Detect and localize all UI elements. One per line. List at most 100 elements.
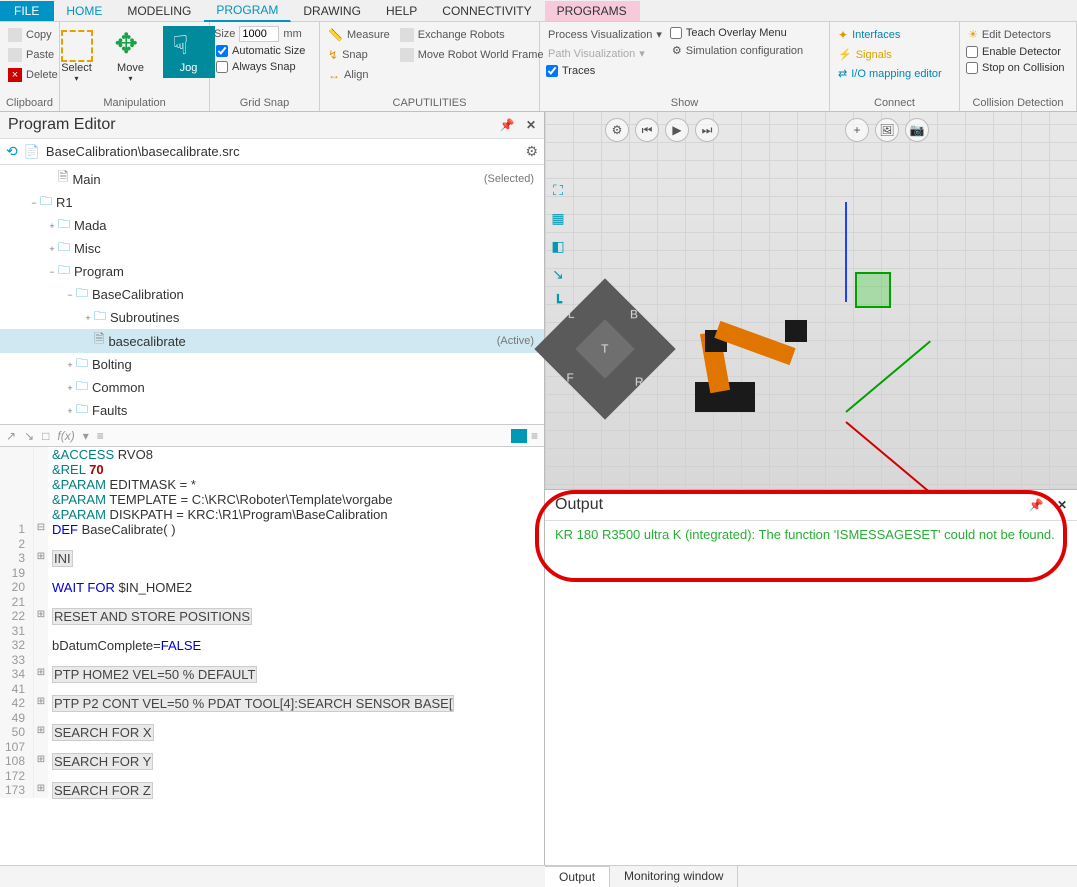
cube-icon[interactable]: ◧ — [549, 238, 567, 256]
teach-overlay-checkbox[interactable]: Teach Overlay Menu — [668, 26, 807, 40]
tree-node[interactable]: +🗀Common — [0, 376, 544, 399]
menu-help[interactable]: HELP — [374, 1, 430, 21]
delete-button[interactable]: ×Delete — [4, 66, 62, 84]
step-icon[interactable]: ⏭ — [695, 118, 719, 142]
navcube-r[interactable]: R — [635, 375, 644, 389]
move-icon: ✥ — [115, 30, 147, 62]
snap-icon: ↯ — [328, 48, 338, 62]
tree-node[interactable]: −🗀R1 — [0, 191, 544, 214]
interfaces-button[interactable]: ✦Interfaces — [834, 26, 946, 44]
edit-detectors-button[interactable]: ☀Edit Detectors — [964, 26, 1067, 43]
menu-connectivity[interactable]: CONNECTIVITY — [430, 1, 544, 21]
rewind-icon[interactable]: ⏮ — [635, 118, 659, 142]
folder-icon: 🗀 — [76, 284, 88, 305]
snap-button[interactable]: ↯Snap — [324, 46, 394, 64]
tree-node[interactable]: −🗀Program — [0, 260, 544, 283]
image-icon[interactable]: 🖼 — [875, 118, 899, 142]
align-button[interactable]: ↔Align — [324, 66, 394, 84]
copy-button[interactable]: Copy — [4, 26, 62, 44]
view-settings-icon[interactable]: ⚙ — [605, 118, 629, 142]
toolbar-item[interactable]: f(x) — [57, 429, 74, 443]
io-mapping-button[interactable]: ⇄I/O mapping editor — [834, 65, 946, 82]
camera-icon[interactable]: 📷 — [905, 118, 929, 142]
program-tree[interactable]: 🗎Main(Selected)−🗀R1+🗀Mada+🗀Misc−🗀Program… — [0, 165, 544, 425]
signals-button[interactable]: ⚡Signals — [834, 46, 946, 63]
automatic-size-checkbox[interactable]: Automatic Size — [214, 44, 307, 58]
move-button[interactable]: ✥Move▾ — [109, 26, 153, 87]
toolbar-item[interactable]: □ — [42, 429, 49, 443]
code-editor[interactable]: &ACCESS RVO8&REL 70&PARAM EDITMASK = *&P… — [0, 447, 544, 865]
enable-detector-checkbox[interactable]: Enable Detector — [964, 45, 1067, 59]
tree-node[interactable]: +🗀Misc — [0, 237, 544, 260]
path-vis-dropdown[interactable]: Path Visualization ▾ — [544, 45, 666, 62]
expand-icon[interactable]: ⛶ — [549, 182, 567, 200]
code-toolbar: ↗ ↘ □ f(x) ▾ ≡ ≡ — [0, 425, 544, 447]
toolbar-item[interactable]: ↗ — [6, 429, 16, 443]
jog-button[interactable]: ☟Jog — [163, 26, 215, 78]
navcube-b[interactable]: B — [630, 307, 638, 321]
stop-collision-checkbox[interactable]: Stop on Collision — [964, 61, 1067, 75]
tree-node[interactable]: 🗎Main(Selected) — [0, 167, 544, 191]
breadcrumb: ⟲ 📄 BaseCalibration\basecalibrate.src ⚙ — [0, 139, 544, 165]
play-icon[interactable]: ▶ — [665, 118, 689, 142]
view-toolbar: ⚙ ⏮ ▶ ⏭ + 🖼 📷 — [605, 118, 929, 142]
selection-gizmo[interactable] — [855, 272, 891, 308]
menu-program[interactable]: PROGRAM — [204, 0, 291, 22]
robot-model[interactable] — [665, 272, 835, 412]
sun-icon: ☀ — [968, 28, 978, 41]
menu-programs[interactable]: PROGRAMS — [545, 1, 640, 21]
axis-icon[interactable]: ┗ — [549, 294, 567, 312]
breadcrumb-path[interactable]: BaseCalibration\basecalibrate.src — [46, 144, 240, 159]
snapshot-icon[interactable]: + — [845, 118, 869, 142]
measure-button[interactable]: 📏Measure — [324, 26, 394, 44]
collision-group-label: Collision Detection — [964, 97, 1072, 111]
always-snap-checkbox[interactable]: Always Snap — [214, 60, 307, 74]
tree-node[interactable]: +🗀Mada — [0, 214, 544, 237]
toolbar-item[interactable]: ↘ — [24, 429, 34, 443]
exchange-robots-button[interactable]: Exchange Robots — [396, 26, 548, 44]
program-editor-title: Program Editor — [8, 116, 116, 134]
pin-icon[interactable]: 📌 — [1029, 498, 1044, 512]
menu-drawing[interactable]: DRAWING — [291, 1, 374, 21]
select-button[interactable]: Select▾ — [55, 26, 99, 87]
arrow-icon[interactable]: ↘ — [549, 266, 567, 284]
tab-monitoring[interactable]: Monitoring window — [610, 866, 738, 887]
jog-icon: ☟ — [173, 30, 205, 62]
signals-icon: ⚡ — [838, 48, 852, 61]
paste-button[interactable]: Paste — [4, 46, 62, 64]
tree-node[interactable]: 🗎basecalibrate(Active) — [0, 329, 544, 353]
menu-home[interactable]: HOME — [54, 1, 115, 21]
grid-size-input[interactable] — [239, 26, 279, 42]
navcube-l[interactable]: L — [568, 307, 575, 321]
toolbar-item[interactable]: ≡ — [531, 429, 538, 443]
close-icon[interactable]: ✕ — [526, 118, 536, 132]
settings-gear-icon[interactable]: ⚙ — [525, 143, 538, 160]
menu-file[interactable]: FILE — [0, 1, 54, 21]
back-arrow-icon[interactable]: ⟲ — [6, 143, 18, 160]
traces-checkbox[interactable]: Traces — [544, 64, 666, 78]
show-group-label: Show — [544, 97, 825, 111]
toolbar-item[interactable]: ▾ — [83, 429, 89, 443]
folder-icon: 🗀 — [76, 377, 88, 398]
sim-config-button[interactable]: ⚙Simulation configuration — [668, 42, 807, 59]
toolbar-box-icon[interactable] — [511, 429, 527, 443]
tree-node[interactable]: +🗀Bolting — [0, 353, 544, 376]
move-robot-frame-button[interactable]: Move Robot World Frame — [396, 46, 548, 64]
toolbar-item[interactable]: ≡ — [97, 429, 104, 443]
process-vis-dropdown[interactable]: Process Visualization ▾ — [544, 26, 666, 43]
navcube-f[interactable]: F — [566, 371, 573, 385]
pin-icon[interactable]: 📌 — [500, 118, 515, 132]
tree-node[interactable]: +🗀Subroutines — [0, 306, 544, 329]
tab-output[interactable]: Output — [545, 866, 610, 887]
menu-modeling[interactable]: MODELING — [115, 1, 204, 21]
size-label: Size — [214, 28, 235, 40]
navcube-t[interactable]: T — [601, 342, 608, 356]
folder-icon: 🗀 — [94, 307, 106, 328]
layers-icon[interactable]: ▦ — [549, 210, 567, 228]
3d-viewport[interactable]: ⚙ ⏮ ▶ ⏭ + 🖼 📷 ⛶ ▦ ◧ ↘ ┗ — [545, 112, 1077, 490]
close-icon[interactable]: ✕ — [1057, 498, 1067, 512]
gridsnap-group-label: Grid Snap — [214, 97, 315, 111]
tree-node[interactable]: +🗀Faults — [0, 399, 544, 422]
ribbon: Copy Paste ×Delete Clipboard Select▾ ✥Mo… — [0, 22, 1077, 112]
tree-node[interactable]: −🗀BaseCalibration — [0, 283, 544, 306]
